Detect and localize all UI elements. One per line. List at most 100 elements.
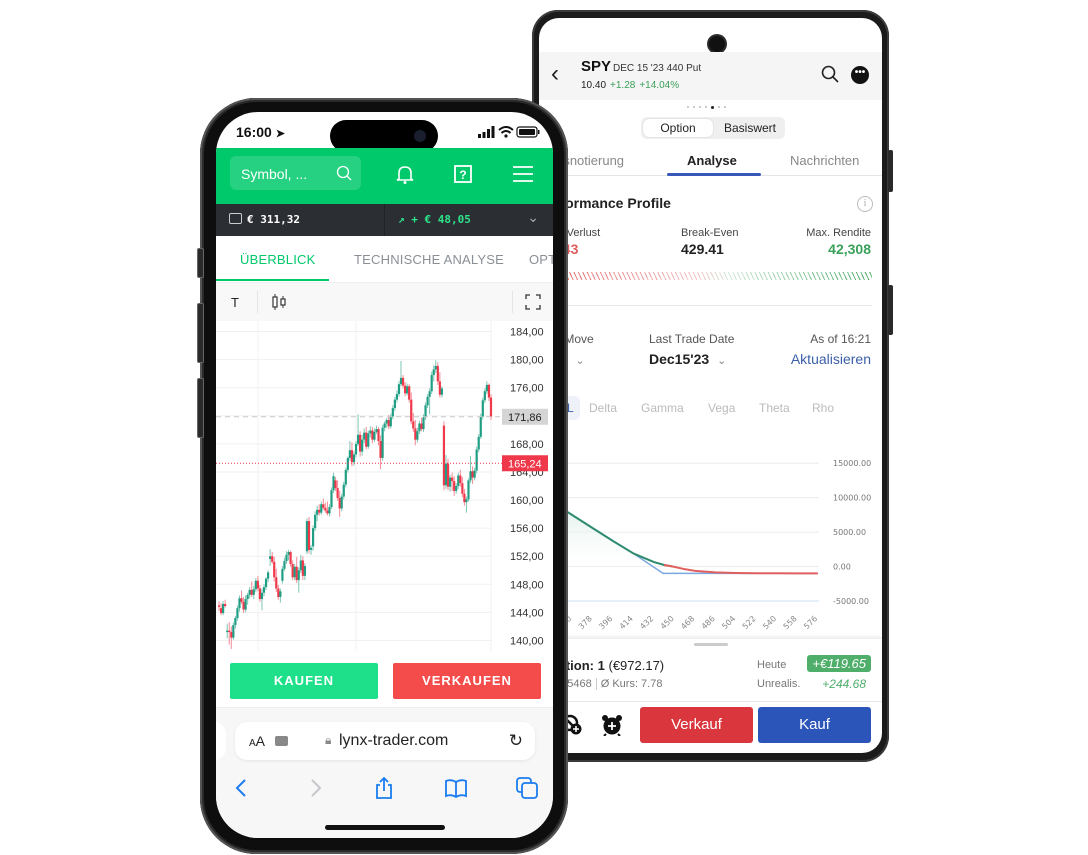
y-tick-label: 5000.00 — [833, 528, 866, 537]
candle-up — [367, 433, 370, 447]
greek-tab-delta[interactable]: Delta — [589, 401, 617, 415]
refresh-link[interactable]: Aktualisieren — [791, 351, 871, 367]
current-price-label: 165,24 — [508, 458, 542, 470]
iphone-frame: 16:00 ➤ Symbol, ... ? € 311,32 ↗ + € 48,… — [197, 98, 568, 854]
front-camera — [709, 36, 725, 52]
forward-icon[interactable] — [303, 776, 327, 800]
extension-icon[interactable] — [275, 736, 288, 746]
drag-handle[interactable] — [694, 643, 728, 646]
candlestick-icon[interactable] — [271, 293, 287, 311]
candle-up — [397, 384, 401, 395]
candle-up — [262, 587, 266, 593]
order-actions: Verkauf Kauf — [539, 701, 882, 753]
tab-options[interactable]: OPTI — [529, 252, 553, 267]
tabs-icon[interactable] — [515, 776, 539, 800]
candle-up — [352, 454, 356, 463]
tab-quotes[interactable]: rsnotierung — [559, 153, 624, 168]
search-icon[interactable] — [821, 65, 839, 83]
search-icon[interactable] — [336, 165, 352, 181]
metric-value: 429.41 — [681, 241, 724, 257]
tab-overview[interactable]: ÜBERBLICK — [240, 252, 316, 267]
reader-settings-button[interactable]: AA — [249, 733, 265, 749]
greek-tab-vega[interactable]: Vega — [708, 401, 735, 415]
tab-technical-analysis[interactable]: TECHNISCHE ANALYSE — [354, 252, 504, 267]
bookmarks-icon[interactable] — [444, 776, 468, 800]
buy-button[interactable]: KAUFEN — [230, 663, 378, 699]
more-icon[interactable]: ••• — [851, 66, 869, 84]
candle-up — [363, 432, 366, 440]
segment-underlying[interactable]: Basiswert — [715, 117, 785, 139]
greek-tab-gamma[interactable]: Gamma — [641, 401, 684, 415]
candle-down — [463, 493, 466, 503]
option-underlying-toggle[interactable]: Option Basiswert — [641, 117, 785, 139]
symbol-text: SPY — [581, 58, 612, 75]
text-tool-button[interactable]: T — [231, 295, 239, 310]
candle-down — [438, 381, 441, 395]
candle-up — [264, 578, 268, 588]
tab-analysis[interactable]: Analyse — [687, 153, 737, 168]
candle-down — [318, 509, 321, 513]
performance-title: rformance Profile — [555, 195, 671, 211]
candle-down — [365, 432, 368, 447]
menu-icon[interactable] — [512, 163, 534, 185]
candle-down — [334, 480, 337, 489]
price-chart[interactable]: 184,00180,00176,00172,00168,00164,00160,… — [216, 321, 553, 651]
symbol-search-input[interactable]: Symbol, ... — [230, 156, 361, 190]
candle-up — [222, 603, 225, 614]
account-balance: € 311,32 — [229, 213, 300, 226]
candle-down — [471, 471, 474, 478]
position-panel[interactable]: sition: 1 (€972.17) 315468 Ø Kurs: 7.78 H… — [539, 638, 882, 701]
greek-tabs: &L Delta Gamma Vega Theta Rho — [539, 393, 882, 423]
candle-down — [387, 420, 390, 427]
home-indicator — [325, 825, 445, 830]
alarm-add-icon[interactable] — [601, 714, 623, 736]
previous-tab-url-bar[interactable] — [216, 722, 226, 760]
reload-icon[interactable]: ↻ — [509, 731, 523, 751]
candle-up — [299, 560, 302, 571]
metric-value: 42,308 — [828, 241, 871, 257]
account-bar[interactable]: € 311,32 ↗ + € 48,05 ⌄ — [216, 204, 553, 236]
greek-tab-rho[interactable]: Rho — [812, 401, 834, 415]
candle-down — [442, 425, 446, 486]
refresh-block: As of 16:21 Aktualisieren — [791, 332, 871, 367]
buy-button[interactable]: Kauf — [758, 707, 871, 743]
candle-up — [320, 504, 323, 513]
candle-up — [393, 399, 396, 409]
candle-up — [483, 391, 486, 401]
candle-up — [342, 484, 345, 497]
volume-button — [888, 150, 893, 192]
info-icon[interactable]: i — [857, 196, 873, 212]
greek-tab-theta[interactable]: Theta — [759, 401, 790, 415]
candle-up — [448, 477, 452, 487]
unrealized-label: Unrealis. — [757, 678, 801, 690]
candle-down — [420, 423, 423, 430]
candle-down — [414, 428, 417, 440]
share-icon[interactable] — [372, 776, 396, 800]
help-icon[interactable]: ? — [452, 163, 474, 185]
candle-up — [234, 618, 237, 626]
last-trade-date-selector[interactable]: Last Trade Date Dec15'23 ⌄ — [649, 332, 734, 367]
candle-down — [219, 608, 223, 614]
url-host[interactable]: lynx-trader.com — [339, 732, 448, 750]
sell-button[interactable]: Verkauf — [640, 707, 753, 743]
candle-up — [432, 369, 435, 376]
back-icon[interactable] — [230, 776, 254, 800]
tab-news[interactable]: Nachrichten — [790, 153, 859, 168]
time-text: 16:00 — [236, 124, 272, 140]
android-tab-bar: rsnotierung Analyse Nachrichten — [539, 145, 882, 176]
chevron-down-icon[interactable]: ⌄ — [527, 209, 539, 226]
fullscreen-icon[interactable] — [525, 294, 541, 310]
pl-chart: 15000.0010000.005000.000.00-5000.0034236… — [539, 459, 871, 631]
sell-button[interactable]: VERKAUFEN — [393, 663, 541, 699]
candle-up — [467, 480, 470, 500]
address-bar[interactable]: AA 🔒︎ lynx-trader.com ↻ — [235, 722, 535, 760]
y-tick-label: 15000.00 — [833, 459, 871, 468]
candle-up — [475, 449, 478, 471]
candle-down — [301, 560, 304, 576]
segment-option[interactable]: Option — [643, 119, 713, 137]
today-pnl-badge: +€119.65 — [807, 655, 871, 672]
chevron-left-icon[interactable]: ‹ — [551, 62, 559, 86]
candle-up — [399, 377, 403, 385]
bell-icon[interactable] — [394, 163, 416, 185]
candle-down — [242, 601, 245, 610]
